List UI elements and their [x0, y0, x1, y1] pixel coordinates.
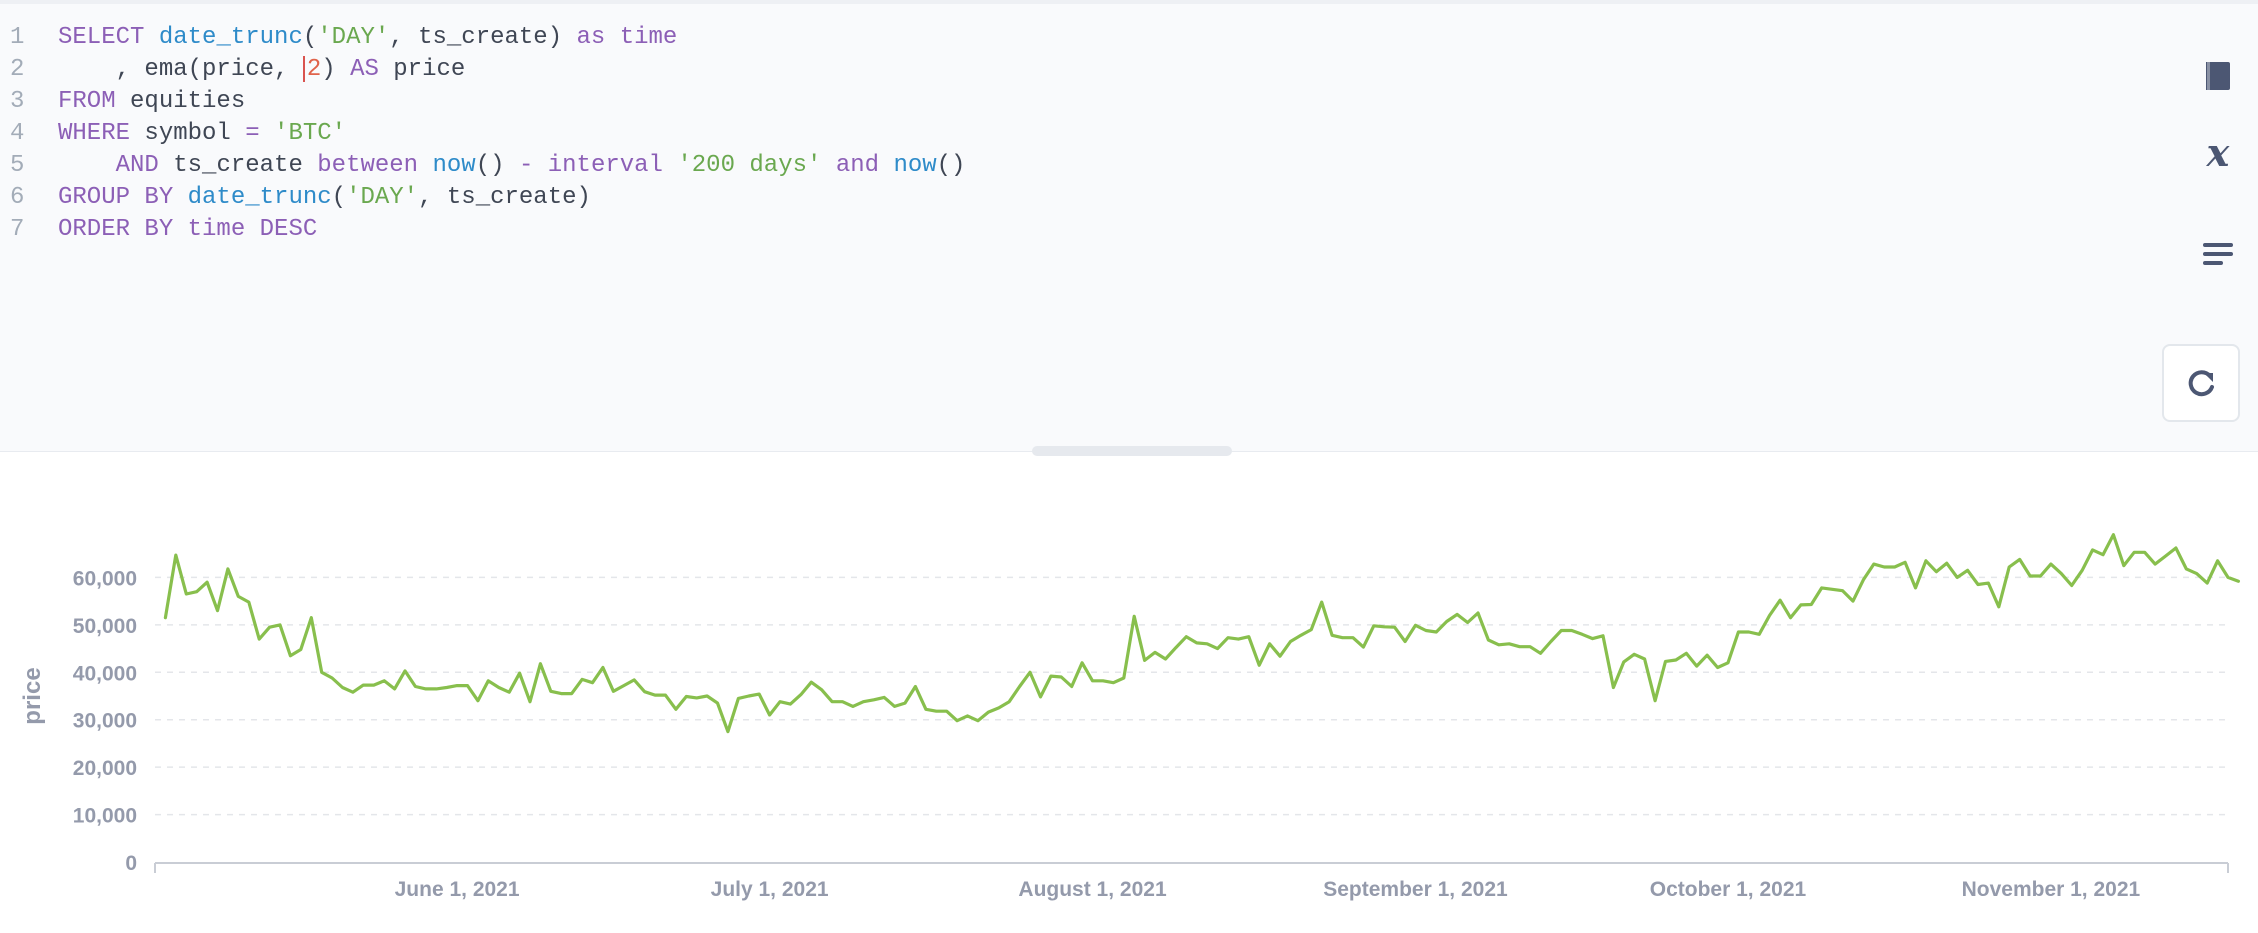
y-axis-label: price [19, 667, 46, 724]
code-token: as time [576, 24, 678, 51]
y-tick-label: 0 [125, 852, 137, 875]
code-token: AS [350, 56, 379, 83]
code-token: ( [302, 24, 318, 51]
code-token: 2 [306, 56, 322, 83]
format-icon[interactable] [2178, 234, 2258, 279]
code-line[interactable]: 1 SELECT date_trunc('DAY', ts_create) as … [0, 22, 965, 54]
line-number: 6 [10, 184, 25, 211]
sql-editor[interactable]: 1 SELECT date_trunc('DAY', ts_create) as … [0, 0, 2258, 452]
x-tick-label: August 1, 2021 [1018, 878, 1167, 901]
code-line[interactable]: 4 WHERE symbol = 'BTC' [0, 118, 965, 150]
code-token: equities [115, 88, 246, 115]
y-tick-label: 40,000 [73, 662, 137, 685]
code-token: price [378, 56, 466, 83]
code-token: () [475, 152, 519, 179]
code-token: '200 days' [677, 152, 822, 179]
x-tick-label: October 1, 2021 [1650, 878, 1807, 901]
code-token: DESC [259, 216, 318, 243]
code-token: ) [321, 56, 351, 83]
svg-text:x: x [2206, 134, 2231, 175]
code-token: FROM [58, 88, 116, 115]
line-number: 7 [10, 216, 25, 243]
series-line-price [163, 533, 2240, 734]
code-token: - interval [518, 152, 663, 179]
code-token: WHERE [58, 120, 131, 147]
code-token: , ts_create) [418, 184, 591, 211]
x-tick-label: June 1, 2021 [395, 878, 520, 901]
code-line[interactable]: 3 FROM equities [0, 86, 965, 118]
code-token: and [835, 152, 880, 179]
y-tick-label: 60,000 [73, 567, 137, 590]
code-token: = [245, 120, 260, 147]
refresh-icon [2188, 370, 2214, 397]
code-token: date_trunc [158, 24, 303, 51]
x-tick-label: September 1, 2021 [1323, 878, 1508, 901]
y-tick-label: 20,000 [73, 757, 137, 780]
book-icon[interactable] [2178, 56, 2258, 101]
code-line[interactable]: 6 GROUP BY date_trunc('DAY', ts_create) [0, 182, 965, 214]
code-token: between [317, 152, 419, 179]
y-tick-label: 50,000 [73, 615, 137, 638]
code-token: , ema(price, [58, 56, 303, 83]
code-token: symbol [130, 120, 246, 147]
code-token: () [936, 152, 966, 179]
code-area[interactable]: 1 SELECT date_trunc('DAY', ts_create) as … [0, 22, 965, 246]
code-token: time [187, 216, 246, 243]
line-number: 1 [10, 24, 25, 51]
line-number: 5 [10, 152, 25, 179]
code-token: SELECT [58, 24, 159, 51]
resize-handle[interactable] [1032, 446, 1232, 456]
line-number: 4 [10, 120, 25, 147]
x-tick-label: July 1, 2021 [711, 878, 829, 901]
code-line[interactable]: 7 ORDER BY time DESC [0, 214, 965, 246]
code-token: GROUP BY [58, 184, 174, 211]
code-line[interactable]: 5 AND ts_create between now() - interval… [0, 150, 965, 182]
x-tick-label: November 1, 2021 [1962, 878, 2141, 901]
code-token: now [432, 152, 476, 179]
line-number: 2 [10, 56, 25, 83]
variable-icon[interactable]: x [2178, 130, 2258, 183]
y-tick-label: 10,000 [73, 805, 137, 828]
code-token: now [893, 152, 937, 179]
text-cursor [302, 55, 305, 82]
code-token: AND [58, 152, 159, 179]
code-token: , ts_create) [389, 24, 577, 51]
code-token: ( [331, 184, 347, 211]
code-token: ORDER BY [58, 216, 174, 243]
code-token: 'BTC' [274, 120, 347, 147]
code-token: ts_create [158, 152, 318, 179]
code-line[interactable]: 2 , ema(price, 2) AS price [0, 54, 965, 86]
code-token: date_trunc [187, 184, 332, 211]
run-query-button[interactable] [2162, 344, 2240, 422]
y-tick-label: 30,000 [73, 710, 137, 733]
code-token: 'DAY' [317, 24, 390, 51]
line-chart: 0 10,000 20,000 30,000 40,000 50,000 60,000 pri… [0, 460, 2258, 928]
code-token: 'DAY' [346, 184, 419, 211]
line-number: 3 [10, 88, 25, 115]
